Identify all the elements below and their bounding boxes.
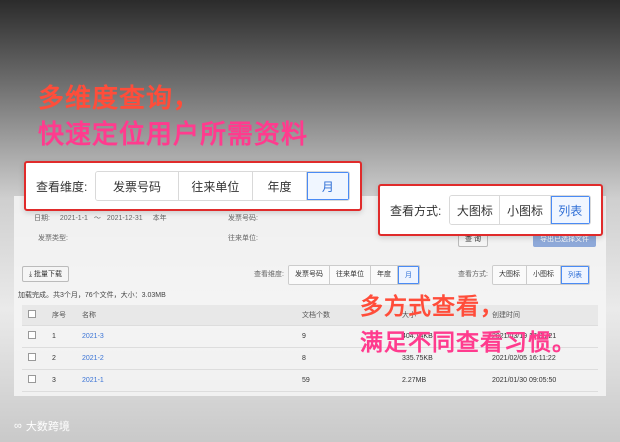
view-mode-label: 查看方式: xyxy=(390,203,442,218)
toolbar-view-large[interactable]: 大图标 xyxy=(493,266,527,284)
invoice-type-label: 发票类型: xyxy=(38,235,68,242)
toolbar-dim-year[interactable]: 年度 xyxy=(371,266,398,284)
row-name-link[interactable]: 2021-1 xyxy=(76,369,296,392)
dimension-partner[interactable]: 往来单位 xyxy=(178,172,254,200)
toolbar-view-small[interactable]: 小图标 xyxy=(527,266,561,284)
col-index: 序号 xyxy=(46,305,76,326)
invoice-number-label: 发票号码: xyxy=(228,215,258,222)
dimension-callout: 查看维度: 发票号码 往来单位 年度 月 xyxy=(24,161,362,211)
row-name-link[interactable]: 2021-3 xyxy=(76,325,296,348)
date-filter[interactable]: 日期: 2021-1-1 ～ 2021-12-31 本年 xyxy=(34,213,167,223)
date-to[interactable]: 2021-12-31 xyxy=(107,215,143,222)
headline-line-3: 多方式查看， xyxy=(360,294,504,320)
row-index: 3 xyxy=(46,369,76,392)
row-checkbox[interactable] xyxy=(28,375,36,383)
toolbar-view-list[interactable]: 列表 xyxy=(561,266,589,284)
brand-logo-text: 大数跨境 xyxy=(25,421,70,433)
row-time: 2021/01/30 09:05:50 xyxy=(486,369,598,392)
toolbar-dim-invoice[interactable]: 发票号码 xyxy=(289,266,330,284)
view-large-icons[interactable]: 大图标 xyxy=(450,196,501,224)
table-header-row: 序号 名称 文档个数 大小 创建时间 xyxy=(22,305,598,326)
date-from[interactable]: 2021-1-1 xyxy=(60,215,88,222)
date-label: 日期: xyxy=(34,215,50,222)
brand-mark-icon: ∞ xyxy=(14,420,22,432)
toolbar-dim-partner[interactable]: 往来单位 xyxy=(330,266,371,284)
headline-line-4: 满足不同查看习惯。 xyxy=(360,330,576,356)
dimension-invoice-number[interactable]: 发票号码 xyxy=(96,172,179,200)
toolbar-dimension-label: 查看维度: xyxy=(254,271,284,278)
table-row[interactable]: 3 2021-1 59 2.27MB 2021/01/30 09:05:50 xyxy=(22,369,598,392)
row-name-link[interactable]: 2021-2 xyxy=(76,347,296,370)
brand-logo: ∞ 大数跨境 xyxy=(14,418,70,434)
dimension-month[interactable]: 月 xyxy=(306,172,349,200)
row-index: 1 xyxy=(46,325,76,348)
dimension-label: 查看维度: xyxy=(36,179,88,194)
toolbar-dim-month[interactable]: 月 xyxy=(398,266,419,284)
toolbar-view-switch: 大图标 小图标 列表 xyxy=(492,265,590,285)
view-list[interactable]: 列表 xyxy=(550,196,591,224)
view-mode-switch: 大图标 小图标 列表 xyxy=(449,195,591,225)
status-text: 加载完成。共3个月，76个文件，大小：3.03MB xyxy=(18,292,166,299)
view-mode-callout: 查看方式: 大图标 小图标 列表 xyxy=(378,184,603,236)
partner-label: 往来单位: xyxy=(228,235,258,242)
batch-download-button[interactable]: ⤓ 批量下载 xyxy=(22,266,70,282)
screenshot-frame: 多维度查询， 快速定位用户所需资料 日期: 2021-1-1 ～ 2021-12… xyxy=(0,0,620,442)
toolbar-view-label: 查看方式: xyxy=(458,271,488,278)
view-small-icons[interactable]: 小图标 xyxy=(500,196,551,224)
row-checkbox[interactable] xyxy=(28,331,36,339)
row-count: 59 xyxy=(296,369,396,392)
headline-line-1: 多维度查询， xyxy=(38,84,201,114)
col-name: 名称 xyxy=(76,305,296,326)
dimension-year[interactable]: 年度 xyxy=(253,172,307,200)
select-all-checkbox[interactable] xyxy=(28,309,36,318)
toolbar-dimension-switch: 发票号码 往来单位 年度 月 xyxy=(288,265,420,285)
headline-line-2: 快速定位用户所需资料 xyxy=(38,120,309,150)
period-select[interactable]: 本年 xyxy=(153,215,167,222)
row-size: 2.27MB xyxy=(396,369,486,392)
dimension-switch: 发票号码 往来单位 年度 月 xyxy=(95,171,350,201)
batch-download-label: 批量下载 xyxy=(34,271,63,278)
row-checkbox[interactable] xyxy=(28,353,36,361)
row-index: 2 xyxy=(46,347,76,370)
